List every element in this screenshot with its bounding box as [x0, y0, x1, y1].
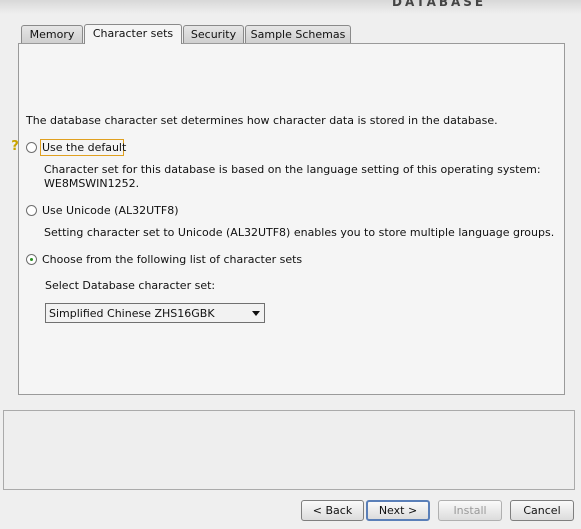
chevron-down-icon [252, 311, 260, 316]
next-button[interactable]: Next > [366, 500, 430, 521]
radio-choose-charset-label[interactable]: Choose from the following list of charac… [42, 253, 302, 266]
charset-select-value: Simplified Chinese ZHS16GBK [49, 307, 215, 320]
brand-logo-text: DATABASE [392, 0, 487, 9]
back-button[interactable]: < Back [301, 500, 364, 521]
tab-character-sets[interactable]: Character sets [84, 24, 182, 44]
character-sets-panel [18, 43, 565, 395]
hint-bulb-icon: ? [11, 139, 19, 154]
unicode-description: Setting character set to Unicode (AL32UT… [44, 226, 555, 239]
radio-use-unicode-label[interactable]: Use Unicode (AL32UTF8) [42, 204, 178, 217]
window-header: DATABASE [0, 0, 581, 14]
radio-use-default[interactable] [26, 142, 37, 153]
radio-use-unicode[interactable] [26, 205, 37, 216]
radio-use-default-label[interactable]: Use the default [42, 141, 126, 154]
tab-memory[interactable]: Memory [21, 25, 83, 43]
charset-description: The database character set determines ho… [26, 114, 498, 127]
default-charset-value: WE8MSWIN1252. [44, 177, 140, 190]
install-button[interactable]: Install [438, 500, 502, 521]
tab-sample-schemas[interactable]: Sample Schemas [245, 25, 351, 43]
radio-choose-charset[interactable] [26, 254, 37, 265]
charset-select[interactable]: Simplified Chinese ZHS16GBK [45, 303, 265, 323]
message-area [3, 410, 575, 490]
default-description: Character set for this database is based… [44, 163, 541, 176]
cancel-button[interactable]: Cancel [510, 500, 574, 521]
tab-security[interactable]: Security [183, 25, 244, 43]
select-charset-label: Select Database character set: [45, 279, 216, 292]
